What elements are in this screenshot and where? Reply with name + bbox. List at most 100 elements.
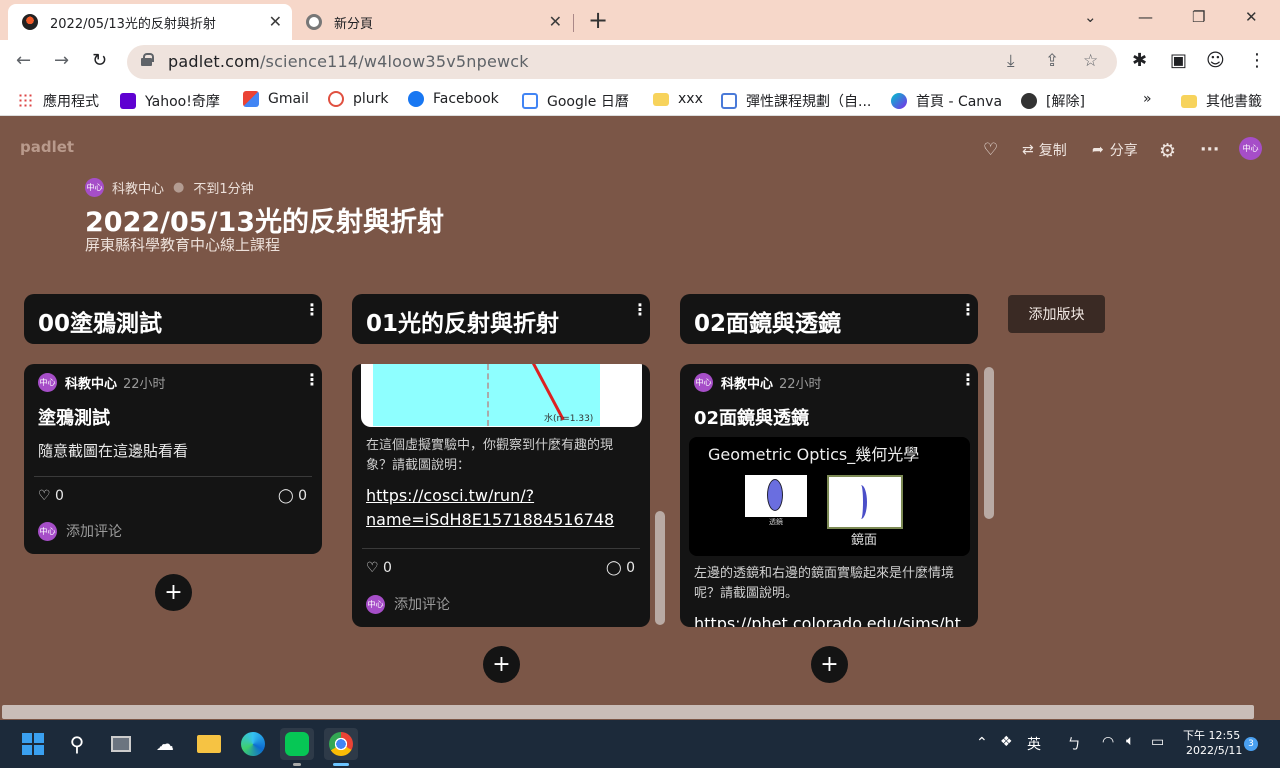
ime-mode[interactable]: ㄅ [1067, 734, 1081, 754]
column-scrollbar-01[interactable] [655, 511, 665, 625]
tab-new[interactable]: 新分頁 ✕ [296, 4, 574, 40]
remake-button[interactable]: ⇄ 复制 [1022, 140, 1067, 160]
battery-icon[interactable]: ▭ [1151, 734, 1164, 750]
post-meta: 中心 科教中心 22小时 [694, 373, 822, 392]
dropbox-icon[interactable]: ❖ [1000, 734, 1013, 750]
restore-icon[interactable]: ❐ [1192, 8, 1205, 26]
bookmark-apps[interactable]: 應用程式 [18, 91, 99, 111]
clock-time[interactable]: 下午 12:55 [1183, 727, 1240, 743]
yahoo-icon [120, 93, 136, 109]
post-body: 隨意截圖在這邊貼看看 [38, 442, 189, 460]
comment-count-button[interactable]: ◯ 0 [278, 488, 307, 504]
bookmark-star-icon[interactable]: ☆ [1083, 51, 1098, 71]
add-comment[interactable]: 中心 添加评论 [366, 594, 450, 614]
minimize-icon[interactable]: — [1138, 8, 1153, 26]
bookmark-unlock[interactable]: [解除] [1021, 91, 1085, 111]
edge-browser-icon[interactable] [236, 728, 270, 760]
tab-search-dropdown-icon[interactable]: ⌄ [1084, 8, 1097, 26]
volume-icon[interactable]: 🔈︎ [1126, 733, 1134, 749]
address-bar[interactable]: padlet.com/science114/w4loow35v5npewck ⤓… [127, 45, 1117, 79]
section-menu-icon[interactable]: ⋮ [632, 300, 648, 319]
post-link[interactable]: https://phet.colorado.edu/sims/ht [694, 612, 961, 627]
section-menu-icon[interactable]: ⋮ [304, 300, 320, 319]
add-section-button[interactable]: 添加版块 [1008, 295, 1105, 333]
extensions-icon[interactable]: ✱ [1132, 50, 1147, 71]
image-label: 水(n=1.33) [544, 414, 594, 424]
section-menu-icon[interactable]: ⋮ [960, 300, 976, 319]
chrome-app-icon[interactable] [324, 728, 358, 760]
bookmark-plurk[interactable]: plurk [328, 91, 389, 107]
add-comment[interactable]: 中心 添加评论 [38, 521, 122, 541]
add-post-button-00[interactable]: + [155, 574, 192, 611]
user-avatar[interactable]: 中心 [1239, 137, 1262, 160]
normal-line [487, 364, 489, 426]
column-scrollbar-02[interactable] [984, 367, 994, 519]
bookmark-canva[interactable]: 首頁 - Canva [891, 91, 1002, 111]
bookmark-google-calendar[interactable]: Google 日曆 [522, 91, 629, 111]
bookmarks-overflow[interactable]: » [1143, 91, 1152, 107]
bookmark-label: 其他書籤 [1206, 94, 1262, 110]
reload-icon[interactable]: ↻ [92, 50, 107, 71]
share-button[interactable]: ➦ 分享 [1092, 140, 1138, 160]
share-icon[interactable]: ⇪ [1045, 51, 1059, 71]
task-view-icon[interactable] [104, 728, 138, 760]
mirror-thumbnail [827, 475, 903, 529]
profile-icon[interactable]: ☺ [1206, 50, 1225, 71]
tab-title: 2022/05/13光的反射與折射 [50, 16, 216, 32]
show-hidden-icons-icon[interactable]: ⌃ [976, 735, 988, 751]
add-post-button-02[interactable]: + [811, 646, 848, 683]
tab-padlet[interactable]: 2022/05/13光的反射與折射 ✕ [8, 4, 292, 40]
bookmark-other-folder[interactable]: 其他書籤 [1181, 91, 1262, 111]
clock-date[interactable]: 2022/5/11 [1186, 744, 1242, 757]
search-icon[interactable]: ⚲ [60, 728, 94, 760]
start-windows-icon[interactable] [16, 728, 50, 760]
simulation-image[interactable]: 水(n=1.33) [361, 364, 642, 427]
settings-gear-icon[interactable]: ⚙ [1159, 140, 1176, 162]
add-post-button-01[interactable]: + [483, 646, 520, 683]
comment-count: 0 [298, 488, 308, 504]
ime-language[interactable]: 英 [1027, 734, 1041, 754]
post-title: 02面鏡與透鏡 [694, 408, 810, 429]
side-panel-icon[interactable]: ▣ [1170, 50, 1187, 71]
wifi-icon[interactable]: ◠ [1102, 734, 1114, 750]
section-header-00[interactable]: 00塗鴉測試 ⋮ [24, 294, 322, 344]
bookmark-gmail[interactable]: Gmail [243, 91, 309, 107]
folder-icon [197, 735, 221, 753]
new-tab-button[interactable]: + [588, 6, 608, 34]
section-header-02[interactable]: 02面鏡與透鏡 ⋮ [680, 294, 978, 344]
line-app-icon[interactable] [280, 728, 314, 760]
horizontal-scrollbar[interactable] [2, 705, 1254, 719]
post-menu-icon[interactable]: ⋮ [304, 370, 320, 389]
post-card-mirror-lens[interactable]: 中心 科教中心 22小时 ⋮ 02面鏡與透鏡 Geometric Optics_… [680, 364, 978, 627]
back-icon[interactable]: ← [16, 50, 31, 71]
bookmark-xxx[interactable]: xxx [653, 91, 703, 107]
bookmark-facebook[interactable]: Facebook [408, 91, 499, 107]
post-card-doodle[interactable]: 中心 科教中心 22小时 ⋮ 塗鴉測試 隨意截圖在這邊貼看看 ♡ 0 ◯ 0 中… [24, 364, 322, 554]
facebook-icon [408, 91, 424, 107]
menu-icon[interactable]: ⋮ [1248, 50, 1266, 71]
like-button[interactable]: ♡ 0 [38, 488, 64, 504]
onedrive-cloud-icon[interactable]: ☁ [148, 728, 182, 760]
bookmark-yahoo[interactable]: Yahoo!奇摩 [120, 91, 220, 111]
section-header-01[interactable]: 01光的反射與折射 ⋮ [352, 294, 650, 344]
post-link[interactable]: https://cosci.tw/run/? name=iSdH8E157188… [366, 484, 614, 532]
close-window-icon[interactable]: ✕ [1245, 8, 1258, 26]
notification-badge[interactable]: 3 [1244, 737, 1258, 751]
gmail-icon [243, 91, 259, 107]
file-explorer-icon[interactable] [192, 728, 226, 760]
more-icon[interactable]: ··· [1200, 140, 1219, 160]
comment-count-button[interactable]: ◯ 0 [606, 560, 635, 576]
lens-caption: 透鏡 [769, 518, 783, 526]
like-heart-icon[interactable]: ♡ [983, 140, 998, 160]
like-button[interactable]: ♡ 0 [366, 560, 392, 576]
post-card-reflection[interactable]: 水(n=1.33) 在這個虛擬實驗中，你觀察到什麼有趣的現象？請截圖說明： ht… [352, 364, 650, 627]
bookmark-course-plan[interactable]: 彈性課程規劃（自... [721, 91, 871, 111]
install-icon[interactable]: ⤓ [1007, 51, 1015, 71]
forward-icon[interactable]: → [54, 50, 69, 71]
close-tab-icon[interactable]: ✕ [269, 12, 282, 31]
close-tab-icon[interactable]: ✕ [549, 12, 562, 31]
lock-icon[interactable] [141, 53, 154, 66]
post-menu-icon[interactable]: ⋮ [960, 370, 976, 389]
optics-image[interactable]: Geometric Optics_幾何光學 透鏡 鏡面 [689, 437, 970, 556]
padlet-logo[interactable]: padlet [20, 138, 74, 156]
